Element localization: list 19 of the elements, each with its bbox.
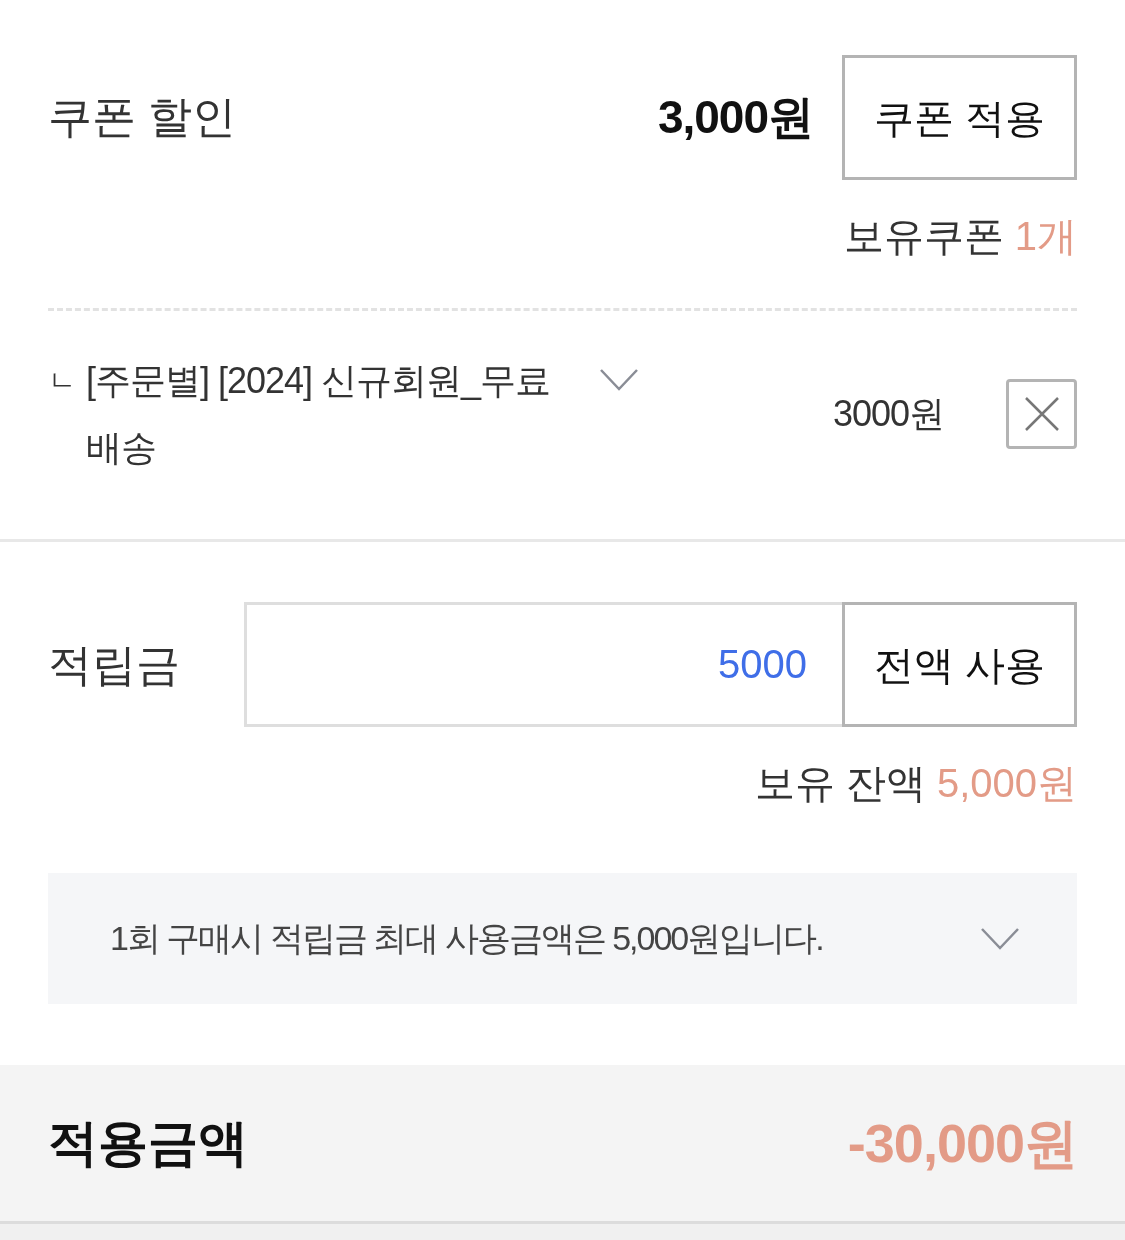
indent-marker: ㄴ: [48, 364, 77, 398]
coupon-name: [주문별] [2024] 신규회원_무료 배송: [86, 359, 552, 470]
section-label: 적립금: [48, 638, 181, 691]
total-amount: -30,000원: [847, 1111, 1077, 1175]
total-label: 적용금액: [48, 1113, 248, 1173]
notice-text: 1회 구매시 적립금 최대 사용금액은 5,000원입니다.: [110, 918, 824, 959]
points-input[interactable]: 5000: [244, 602, 842, 727]
close-button[interactable]: [1006, 379, 1077, 449]
section-label: 쿠폰 할인: [48, 91, 238, 144]
use-all-button[interactable]: 전액 사용: [842, 602, 1077, 727]
close-icon: [1023, 396, 1060, 432]
chevron-down-icon[interactable]: [600, 369, 638, 391]
chevron-down-icon[interactable]: [981, 927, 1019, 950]
coupon-amount: 3000원: [832, 392, 944, 436]
notice-panel[interactable]: 1회 구매시 적립금 최대 사용금액은 5,000원입니다.: [48, 873, 1077, 1004]
apply-coupon-button[interactable]: 쿠폰 적용: [842, 55, 1077, 180]
owned-coupons-text: 보유쿠폰 1개: [842, 213, 1077, 260]
discount-amount: 3,000원: [657, 89, 813, 145]
balance-text: 보유 잔액 5,000원: [753, 760, 1077, 807]
